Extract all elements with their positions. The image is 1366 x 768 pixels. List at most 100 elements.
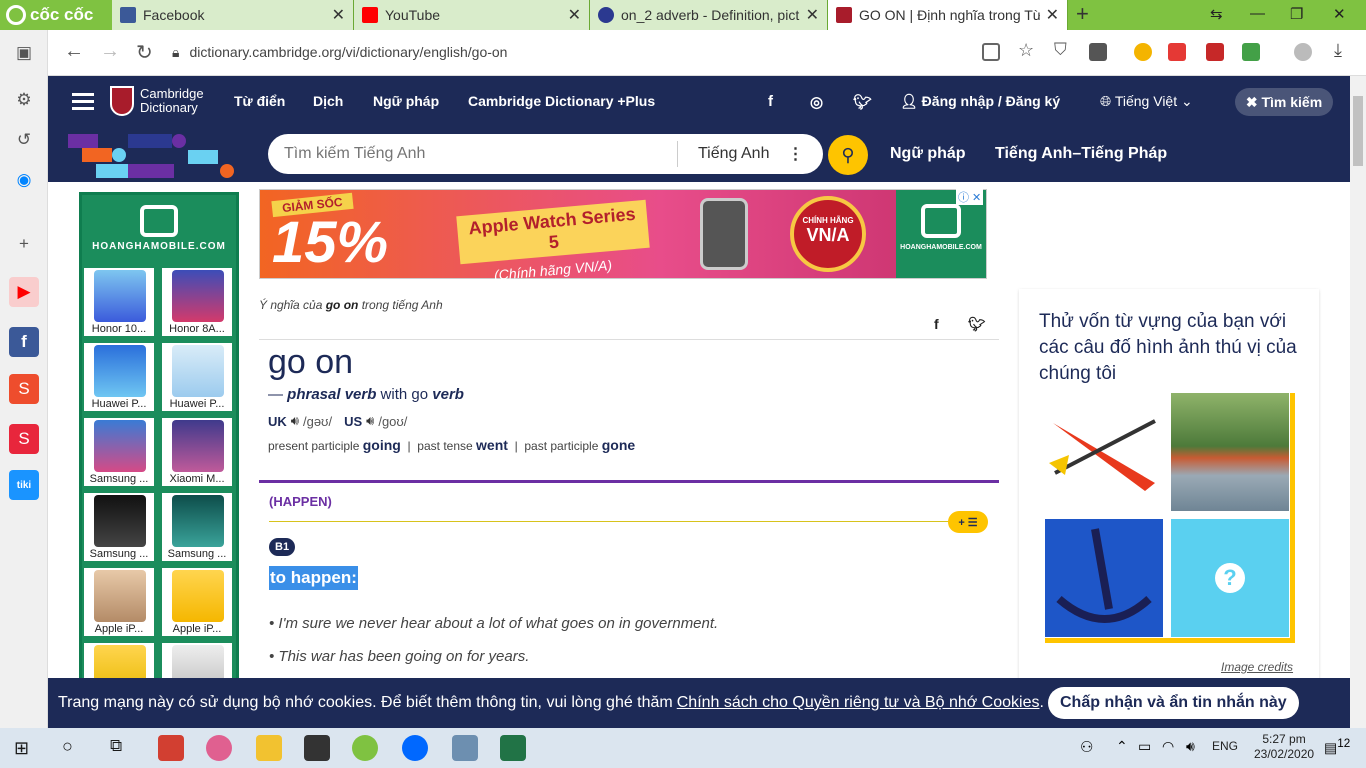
zalo-icon[interactable] [402,735,428,761]
mystery-image[interactable]: ? [1171,519,1289,637]
back-button[interactable]: ← [64,40,84,63]
barge-image[interactable] [1171,393,1289,511]
people-icon[interactable]: ⚇ [1080,738,1093,756]
cambridge-logo[interactable]: Cambridge Dictionary [110,86,204,116]
privacy-policy-link[interactable]: Chính sách cho Quyền riêng tư và Bộ nhớ … [677,694,1040,712]
star-icon[interactable]: ☆ [1018,40,1034,61]
add-to-list-button[interactable]: + ☰ [948,511,988,533]
settings-icon[interactable]: ⚙ [9,85,39,115]
close-icon[interactable]: ✕ [806,5,819,25]
volume-icon[interactable]: 🔊︎ [1186,738,1195,755]
facebook-icon[interactable]: f [768,93,773,110]
anchor-image[interactable] [1045,519,1163,637]
language-selector[interactable]: 🌐︎ Tiếng Việt ⌄ [1100,93,1193,110]
windows-start-icon[interactable]: ⊞ [14,738,29,759]
share-twitter-icon[interactable]: 🐦︎ [968,316,986,333]
instagram-icon[interactable]: ◎ [810,93,823,111]
task-view-icon[interactable]: ⧉ [110,736,122,756]
ad-product[interactable]: Apple iP... [160,566,234,638]
history-icon[interactable]: ↺ [9,125,39,155]
download-icon[interactable] [1089,43,1107,61]
sendo-icon[interactable]: S [9,424,39,454]
search-link-grammar[interactable]: Ngữ pháp [890,145,966,163]
clock[interactable]: 5:27 pm 23/02/2020 [1254,732,1314,762]
search-toggle-button[interactable]: ✖ Tìm kiếm [1235,88,1333,116]
ad-product[interactable]: Samsung ... [160,491,234,563]
left-advertisement[interactable]: HOANGHAMOBILE.COM Honor 10... Honor 8A..… [79,192,239,728]
kayak-image[interactable] [1045,393,1163,511]
translate-icon[interactable] [982,43,1000,61]
menu-icon[interactable] [72,93,94,96]
tab-on-adverb[interactable]: on_2 adverb - Definition, pictu ✕ [590,0,828,30]
app-icon[interactable] [206,735,232,761]
ad-product[interactable]: Honor 8A... [160,266,234,338]
close-icon[interactable]: ✕ [1046,5,1059,25]
coccoc-taskbar-icon[interactable] [352,735,378,761]
shield-icon[interactable]: ⛉ [1054,40,1067,60]
tab-go-on[interactable]: GO ON | Định nghĩa trong Từ ✕ [828,0,1068,30]
messenger-icon[interactable]: ◉ [9,165,39,195]
ad-info-icon[interactable]: ⓘ ✕ [956,189,984,205]
battery-icon[interactable]: ▭ [1138,738,1151,755]
ad-product[interactable]: Xiaomi M... [160,416,234,488]
forward-button[interactable]: → [100,40,120,63]
search-input[interactable] [268,145,677,163]
share-facebook-icon[interactable]: f [934,316,939,332]
language-indicator[interactable]: ENG [1212,739,1238,753]
twitter-icon[interactable]: 🐦︎ [853,93,872,111]
ad-product[interactable]: Huawei P... [82,341,156,413]
search-icon[interactable]: ○ [62,736,73,757]
restore-tabs-icon[interactable]: ⇆ [1210,5,1223,23]
facebook-sidebar-icon[interactable]: f [9,327,39,357]
accept-cookies-button[interactable]: Chấp nhận và ẩn tin nhắn này [1048,687,1299,719]
add-icon[interactable]: + [9,229,39,259]
image-credits-link[interactable]: Image credits [1221,660,1293,674]
nav-dictionary[interactable]: Từ điển [234,93,285,109]
maximize-button[interactable]: ❐ [1290,5,1303,23]
app-icon[interactable] [452,735,478,761]
new-tab-button[interactable]: + [1076,3,1089,25]
nav-plus[interactable]: Cambridge Dictionary +Plus [468,93,655,109]
login-link[interactable]: 👤︎ Đăng nhập / Đăng ký [900,93,1060,110]
search-link-en-fr[interactable]: Tiếng Anh–Tiếng Pháp [995,145,1167,163]
app-icon[interactable] [304,735,330,761]
us-audio-icon[interactable]: 🔊︎ [366,413,374,429]
shopee-icon[interactable]: S [9,374,39,404]
avatar[interactable] [1294,43,1312,61]
ad-product[interactable]: Samsung ... [82,416,156,488]
close-window-button[interactable]: ✕ [1333,5,1346,23]
reload-button[interactable]: ↻ [136,40,153,65]
color-extension-icon[interactable] [1242,43,1260,61]
browser-logo[interactable]: cốc cốc [6,4,93,26]
file-explorer-icon[interactable] [256,735,282,761]
tiki-icon[interactable]: tiki [9,470,39,500]
red-extension-icon[interactable] [1206,43,1224,61]
chrome-extension-icon[interactable] [1134,43,1152,61]
nav-translate[interactable]: Dịch [313,93,343,109]
search-submit-button[interactable]: ⚲ [828,135,868,175]
close-icon[interactable]: ✕ [568,5,581,25]
scrollbar-thumb[interactable] [1353,96,1363,166]
app-icon[interactable] [158,735,184,761]
uk-audio-icon[interactable]: 🔊︎ [291,413,299,429]
nav-grammar[interactable]: Ngữ pháp [373,93,439,109]
notifications-icon[interactable]: ▤12 [1324,737,1350,757]
tab-youtube[interactable]: YouTube ✕ [354,0,590,30]
banner-advertisement[interactable]: GIẢM SỐC 15% Apple Watch Series 5 (Chính… [259,189,987,283]
tab-facebook[interactable]: Facebook ✕ [112,0,354,30]
scrollbar[interactable] [1350,76,1366,728]
ad-product[interactable]: Honor 10... [82,266,156,338]
close-icon[interactable]: ✕ [332,5,345,25]
sidebar-toggle-icon[interactable]: ▣ [9,38,39,68]
excel-icon[interactable] [500,735,526,761]
downloads-icon[interactable]: ⤓ [1334,40,1342,61]
ad-product[interactable]: Apple iP... [82,566,156,638]
dictionary-selector[interactable]: Tiếng Anh ⋮ [677,141,823,167]
new-extension-icon[interactable] [1168,43,1186,61]
youtube-sidebar-icon[interactable]: ▶ [9,277,39,307]
ad-product[interactable]: Samsung ... [82,491,156,563]
minimize-button[interactable]: — [1250,5,1265,22]
chevron-up-icon[interactable]: ⌃ [1116,738,1128,755]
network-icon[interactable]: ◠ [1162,738,1174,755]
quiz-title[interactable]: Thử vốn từ vựng của bạn với các câu đố h… [1039,309,1299,387]
